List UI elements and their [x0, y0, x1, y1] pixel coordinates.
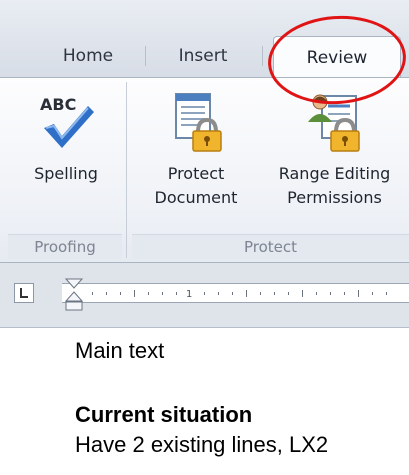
document-heading-current-situation: Current situation — [75, 402, 253, 427]
svg-text:ABC: ABC — [40, 95, 76, 114]
group-label-protect: Protect — [132, 234, 409, 259]
protect-document-label-line1: Protect — [167, 164, 225, 183]
range-editing-permissions-icon — [308, 94, 360, 152]
range-editing-permissions-button[interactable]: Range Editing Permissions — [260, 84, 409, 229]
spelling-label: Spelling — [34, 164, 98, 183]
protect-document-button[interactable]: Protect Document — [138, 84, 254, 229]
range-editing-label-line1: Range Editing — [278, 164, 391, 183]
document-page[interactable]: Main text Current situation Have 2 exist… — [0, 328, 409, 475]
tab-home[interactable]: Home — [48, 44, 128, 68]
group-divider — [126, 82, 127, 258]
ruler-bar: 1 — [0, 263, 409, 328]
tab-insert[interactable]: Insert — [163, 44, 243, 68]
tab-separator — [145, 46, 146, 66]
tab-review[interactable]: Review — [273, 36, 401, 78]
protect-document-label-line2: Document — [154, 188, 238, 207]
document-line-main-text: Main text — [75, 338, 165, 363]
ruler-marker-label: 1 — [186, 289, 192, 300]
ribbon-review: ABC Spelling Protect Document Range Edit… — [0, 77, 409, 263]
tab-stop-selector[interactable] — [14, 283, 34, 303]
ribbon-tab-strip: Home Insert Review — [0, 0, 409, 78]
horizontal-ruler[interactable]: 1 — [62, 283, 409, 303]
word-processor-window: Home Insert Review ABC Spelling Protect … — [0, 0, 409, 475]
tab-separator — [262, 46, 263, 66]
spelling-button[interactable]: ABC Spelling — [14, 84, 118, 229]
protect-document-icon — [175, 93, 222, 152]
left-tab-icon — [20, 288, 28, 298]
ruler-ticks: 1 — [92, 289, 387, 300]
spelling-check-icon: ABC — [40, 95, 94, 148]
group-label-proofing: Proofing — [8, 234, 122, 259]
document-line-existing-lines: Have 2 existing lines, LX2 — [75, 432, 329, 457]
indent-marker-icon[interactable] — [64, 277, 84, 321]
range-editing-label-line2: Permissions — [287, 188, 382, 207]
